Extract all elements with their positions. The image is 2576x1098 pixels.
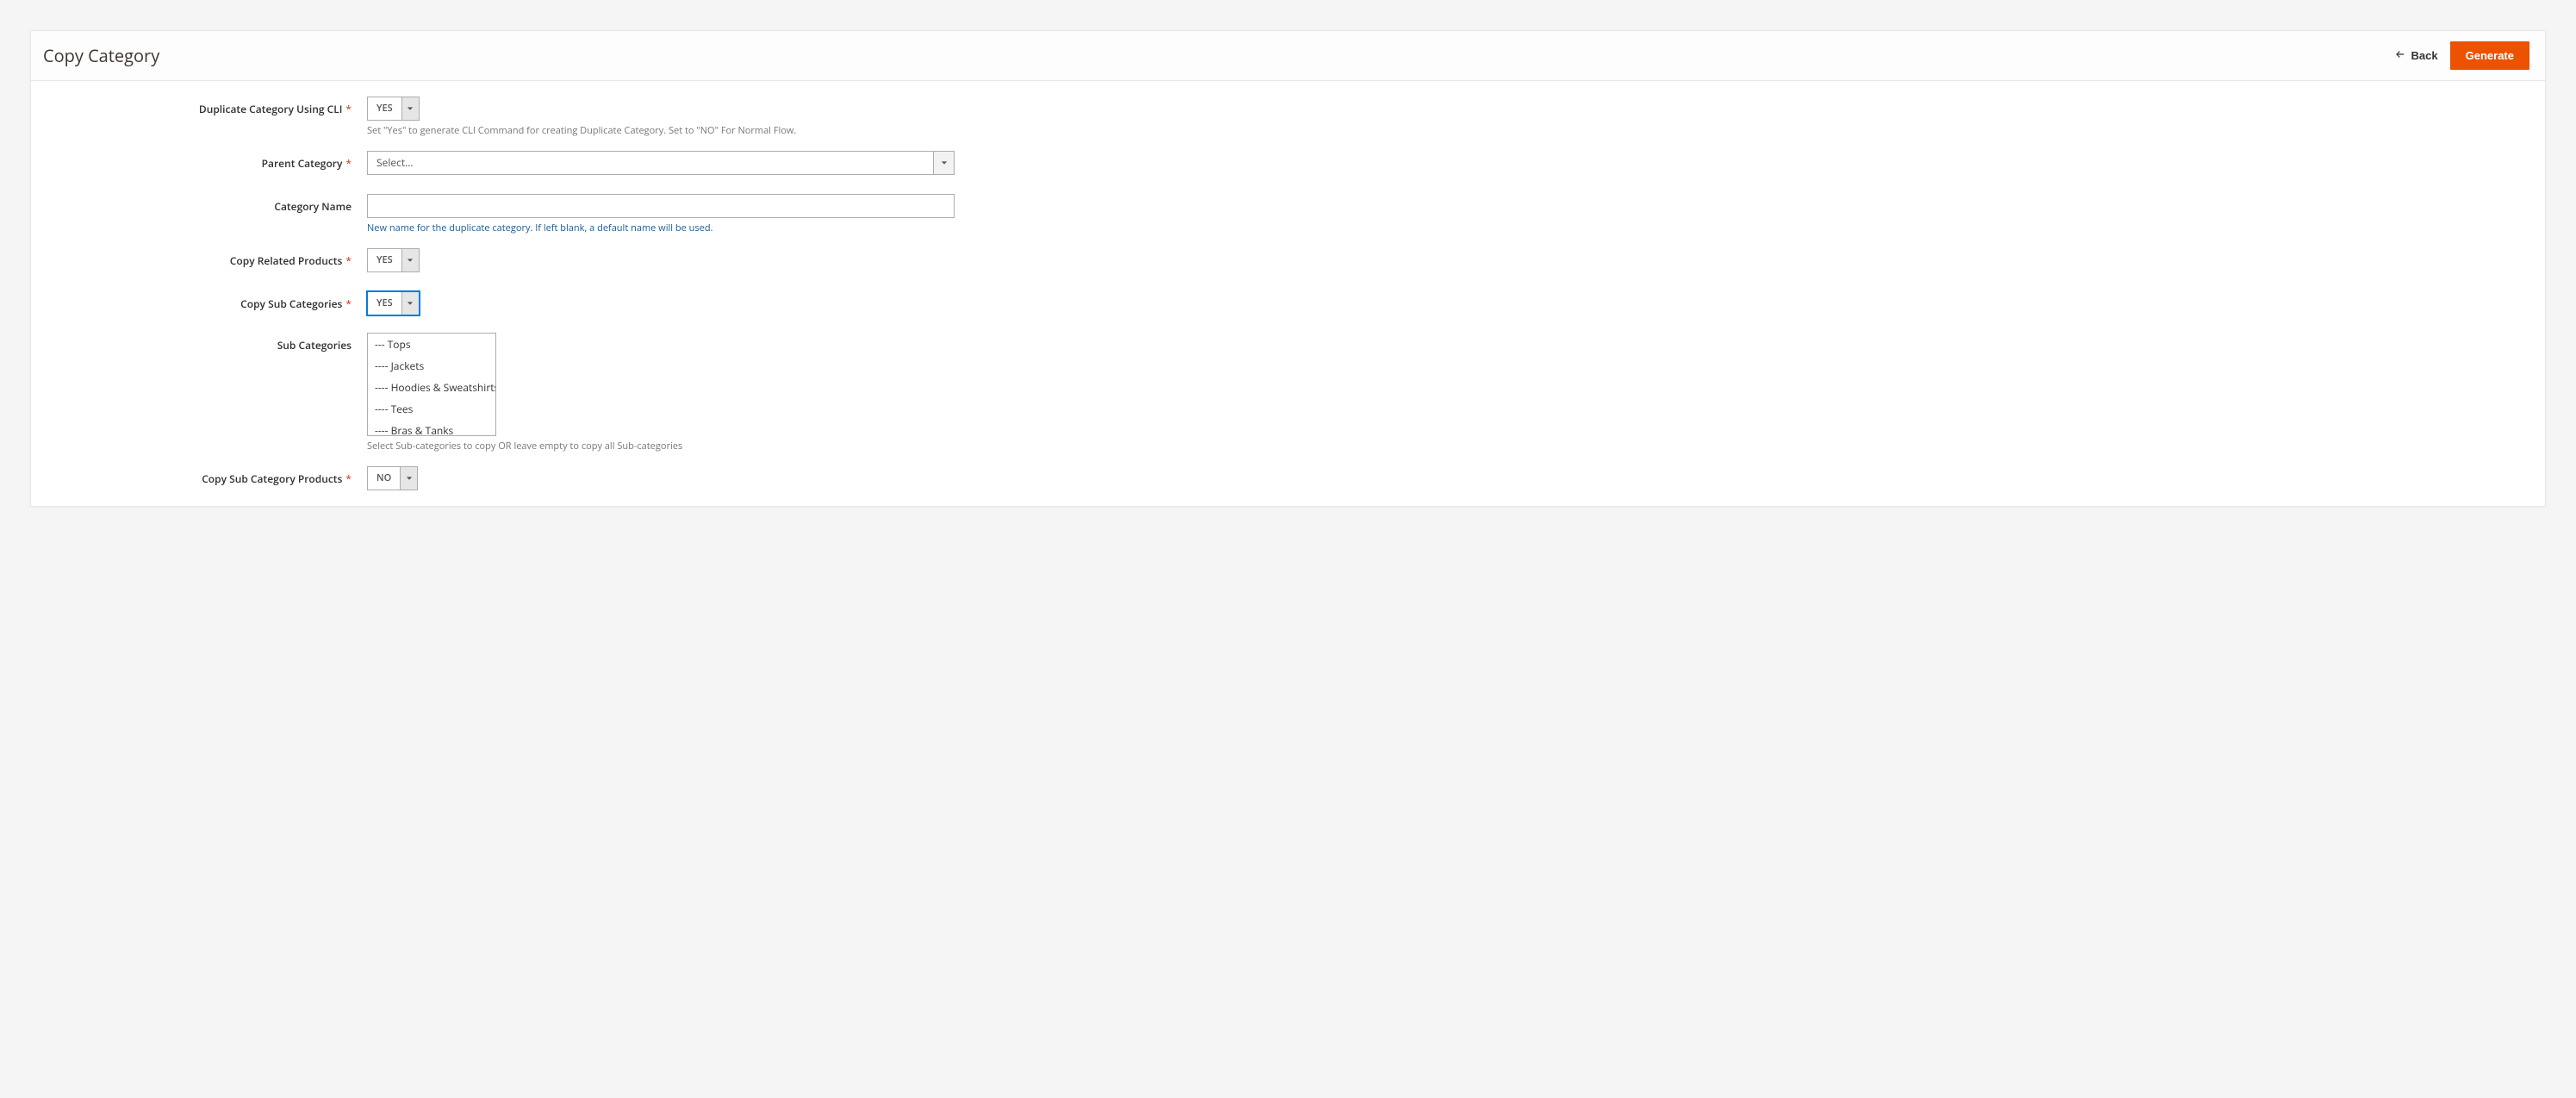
- required-mark: *: [345, 296, 352, 311]
- field-copy-related: YES: [367, 248, 420, 272]
- toggle-value: YES: [368, 249, 401, 271]
- label-text: Parent Category: [262, 156, 343, 171]
- copy-sub-products-toggle[interactable]: NO: [367, 466, 418, 490]
- note-sub-categories: Select Sub-categories to copy OR leave e…: [367, 440, 2528, 452]
- duplicate-cli-toggle[interactable]: YES: [367, 97, 420, 121]
- label-copy-sub-products: Copy Sub Category Products*: [48, 466, 367, 486]
- required-mark: *: [345, 253, 352, 268]
- chevron-down-icon: [401, 249, 419, 271]
- list-item[interactable]: ---- Tees: [368, 398, 495, 420]
- generate-button[interactable]: Generate: [2450, 41, 2529, 70]
- chevron-down-icon: [401, 292, 419, 315]
- select-value: Select...: [368, 152, 933, 174]
- main-panel: Copy Category Back Generate Duplicate Ca…: [30, 30, 2546, 507]
- row-parent-category: Parent Category* Select...: [48, 151, 2528, 175]
- label-sub-categories: Sub Categories: [48, 333, 367, 352]
- label-parent-category: Parent Category*: [48, 151, 367, 171]
- row-copy-related: Copy Related Products* YES: [48, 248, 2528, 272]
- list-item[interactable]: ---- Hoodies & Sweatshirts: [368, 377, 495, 398]
- label-text: Copy Related Products: [230, 253, 343, 268]
- row-duplicate-cli: Duplicate Category Using CLI* YES: [48, 97, 2528, 121]
- note-duplicate-cli: Set "Yes" to generate CLI Command for cr…: [367, 124, 2528, 137]
- label-duplicate-cli: Duplicate Category Using CLI*: [48, 97, 367, 116]
- field-copy-sub-products: NO: [367, 466, 418, 490]
- label-text: Copy Sub Category Products: [202, 471, 342, 486]
- field-parent-category: Select...: [367, 151, 955, 175]
- parent-category-select[interactable]: Select...: [367, 151, 955, 175]
- label-copy-related: Copy Related Products*: [48, 248, 367, 268]
- chevron-down-icon: [400, 467, 417, 490]
- copy-sub-toggle[interactable]: YES: [367, 291, 420, 315]
- toggle-value: YES: [368, 292, 401, 315]
- list-item[interactable]: --- Tops: [368, 334, 495, 355]
- panel-header: Copy Category Back Generate: [31, 31, 2545, 81]
- back-button[interactable]: Back: [2394, 48, 2438, 63]
- chevron-down-icon: [933, 152, 954, 174]
- form-body: Duplicate Category Using CLI* YES Set "Y…: [31, 81, 2545, 506]
- toggle-value: YES: [368, 97, 401, 120]
- required-mark: *: [345, 156, 352, 171]
- list-item[interactable]: ---- Bras & Tanks: [368, 420, 495, 436]
- row-copy-sub-products: Copy Sub Category Products* NO: [48, 466, 2528, 490]
- copy-related-toggle[interactable]: YES: [367, 248, 420, 272]
- category-name-input[interactable]: [367, 194, 955, 218]
- sub-categories-listbox[interactable]: --- Tops---- Jackets---- Hoodies & Sweat…: [367, 333, 496, 436]
- list-item[interactable]: ---- Jackets: [368, 355, 495, 377]
- header-actions: Back Generate: [2394, 41, 2529, 70]
- note-category-name: New name for the duplicate category. If …: [367, 221, 2528, 234]
- chevron-down-icon: [401, 97, 419, 120]
- field-copy-sub: YES: [367, 291, 420, 315]
- row-category-name: Category Name: [48, 194, 2528, 218]
- label-text: Duplicate Category Using CLI: [199, 102, 342, 116]
- label-category-name: Category Name: [48, 194, 367, 214]
- field-category-name: [367, 194, 955, 218]
- label-text: Copy Sub Categories: [240, 296, 342, 311]
- page-title: Copy Category: [43, 44, 159, 67]
- field-sub-categories: --- Tops---- Jackets---- Hoodies & Sweat…: [367, 333, 496, 436]
- row-sub-categories: Sub Categories --- Tops---- Jackets---- …: [48, 333, 2528, 436]
- required-mark: *: [345, 102, 352, 116]
- back-label: Back: [2411, 49, 2438, 62]
- arrow-left-icon: [2394, 48, 2406, 63]
- field-duplicate-cli: YES: [367, 97, 420, 121]
- row-copy-sub: Copy Sub Categories* YES: [48, 291, 2528, 315]
- required-mark: *: [345, 471, 352, 486]
- toggle-value: NO: [368, 467, 400, 490]
- label-copy-sub: Copy Sub Categories*: [48, 291, 367, 311]
